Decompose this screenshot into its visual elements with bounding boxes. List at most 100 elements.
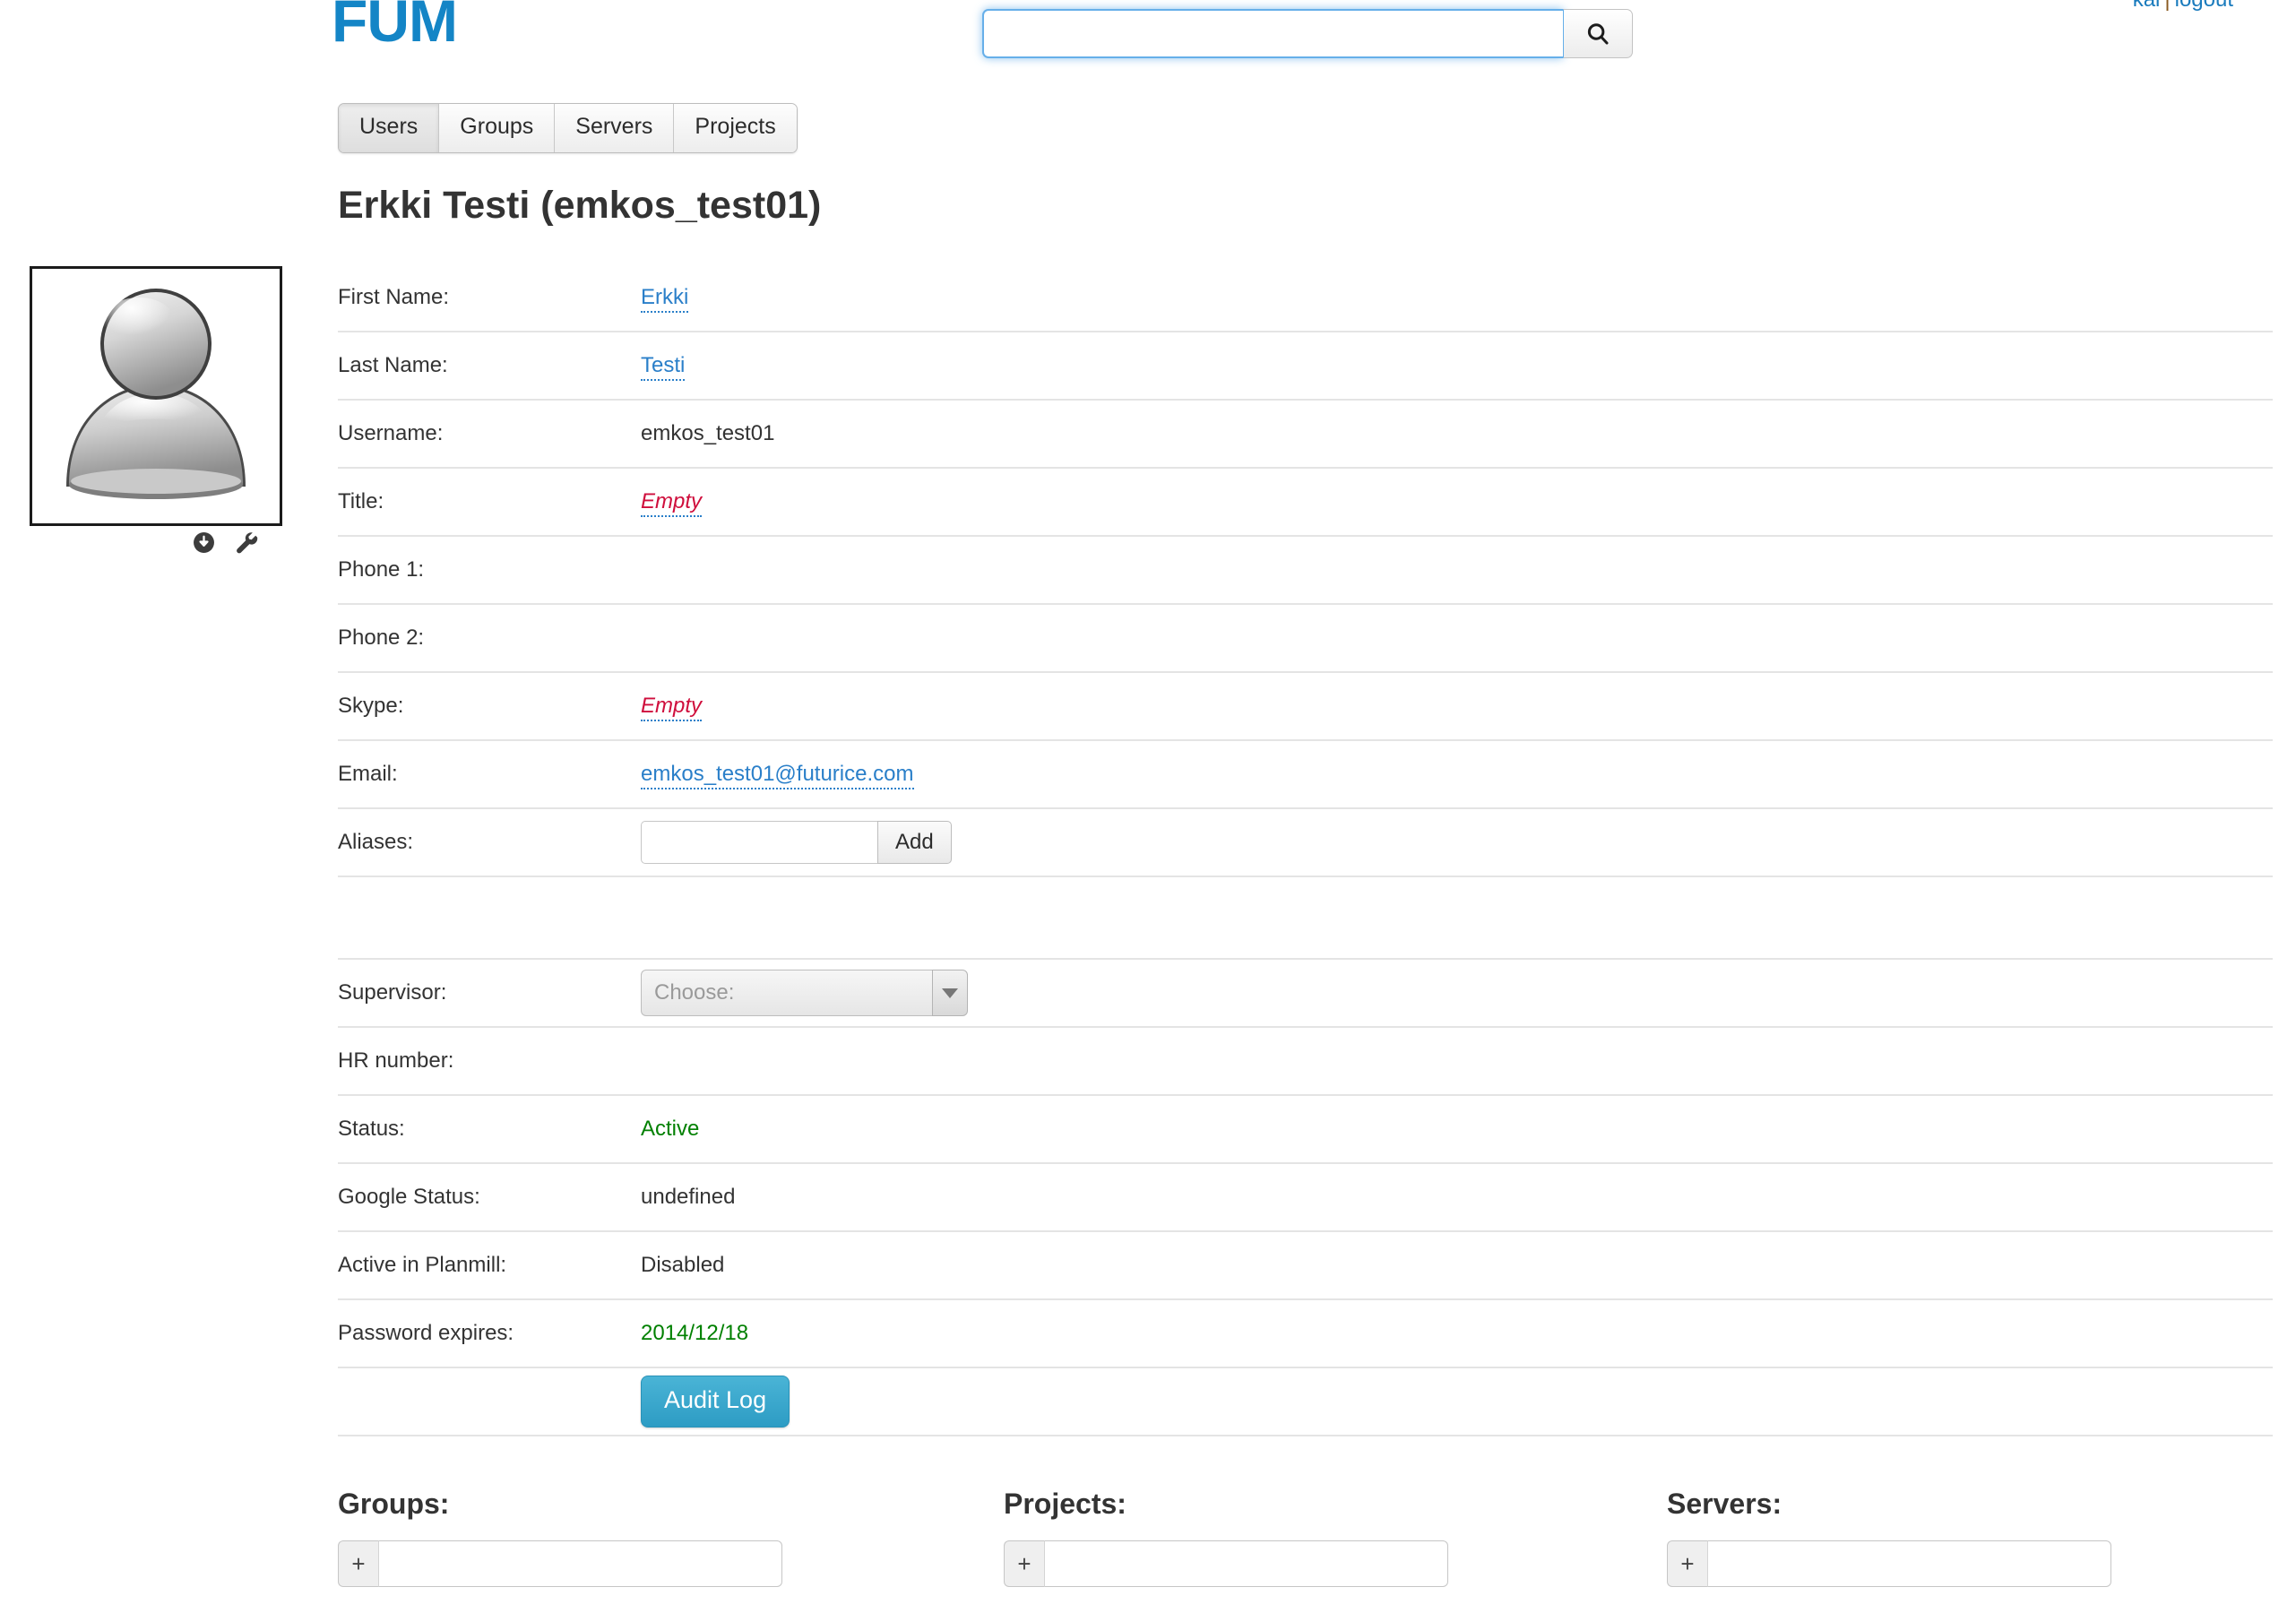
- title-label: Title:: [338, 489, 384, 513]
- logout-link[interactable]: logout: [2175, 0, 2233, 12]
- aliases-input[interactable]: [641, 821, 877, 864]
- table-row-google-status: Google Status: undefined: [338, 1163, 2273, 1231]
- servers-input[interactable]: [1708, 1540, 2111, 1587]
- avatar[interactable]: [30, 266, 282, 526]
- last-name-label: Last Name:: [338, 353, 448, 377]
- aliases-label: Aliases:: [338, 830, 414, 854]
- spacer-label-cell: [338, 876, 641, 959]
- caret-shape: [942, 988, 958, 998]
- password-expires-label: Password expires:: [338, 1321, 514, 1345]
- table-row-audit-log: Audit Log: [338, 1367, 2273, 1436]
- supervisor-cell: Choose:: [641, 959, 2273, 1027]
- groups-column: Groups: +: [338, 1488, 782, 1587]
- google-status-label: Google Status:: [338, 1185, 480, 1209]
- projects-input[interactable]: [1045, 1540, 1448, 1587]
- planmill-label: Active in Planmill:: [338, 1253, 507, 1277]
- audit-log-cell: Audit Log: [641, 1367, 2273, 1436]
- wrench-icon[interactable]: [235, 531, 259, 561]
- status-badge: Active: [641, 1117, 700, 1141]
- phone1-value[interactable]: [641, 536, 2273, 604]
- table-row-phone1: Phone 1:: [338, 536, 2273, 604]
- audit-log-label-cell: [338, 1367, 641, 1436]
- password-expires-cell: 2014/12/18: [641, 1299, 2273, 1367]
- tab-users[interactable]: Users: [339, 104, 440, 152]
- email-value[interactable]: emkos_test01@futurice.com: [641, 762, 914, 789]
- table-row-planmill: Active in Planmill: Disabled: [338, 1231, 2273, 1299]
- table-row-skype: Skype: Empty: [338, 672, 2273, 740]
- search-input[interactable]: [982, 9, 1563, 58]
- supervisor-select[interactable]: Choose:: [641, 970, 968, 1016]
- servers-column: Servers: +: [1667, 1488, 2111, 1587]
- projects-add-group: +: [1004, 1540, 1448, 1587]
- chevron-down-icon[interactable]: [932, 970, 968, 1016]
- table-row-title: Title: Empty: [338, 468, 2273, 536]
- table-row-password-expires: Password expires: 2014/12/18: [338, 1299, 2273, 1367]
- supervisor-select-value[interactable]: Choose:: [641, 970, 932, 1016]
- last-name-value[interactable]: Testi: [641, 353, 686, 381]
- download-circle-icon[interactable]: [193, 531, 215, 561]
- audit-log-button[interactable]: Audit Log: [641, 1376, 790, 1428]
- tab-projects[interactable]: Projects: [674, 104, 797, 152]
- table-row-hr-number: HR number:: [338, 1027, 2273, 1095]
- phone2-value[interactable]: [641, 604, 2273, 672]
- status-label: Status:: [338, 1117, 405, 1141]
- first-name-cell: Erkki: [641, 264, 2273, 332]
- app-logo[interactable]: FUM: [332, 0, 458, 50]
- account-links: kai| logout: [2133, 0, 2233, 13]
- table-row-supervisor: Supervisor: Choose:: [338, 959, 2273, 1027]
- servers-add-group: +: [1667, 1540, 2111, 1587]
- table-row-phone2: Phone 2:: [338, 604, 2273, 672]
- projects-add-button[interactable]: +: [1004, 1540, 1045, 1587]
- email-cell: emkos_test01@futurice.com: [641, 740, 2273, 808]
- table-row-aliases: Aliases: Add: [338, 808, 2273, 876]
- aliases-input-group: Add: [641, 821, 2273, 864]
- groups-add-group: +: [338, 1540, 782, 1587]
- avatar-tools: [30, 531, 282, 561]
- account-separator: |: [2164, 0, 2170, 12]
- groups-add-button[interactable]: +: [338, 1540, 379, 1587]
- table-row-spacer: [338, 876, 2273, 959]
- title-cell: Empty: [641, 468, 2273, 536]
- user-details-table: First Name: Erkki Last Name: Testi Usern…: [338, 264, 2273, 1436]
- groups-title: Groups:: [338, 1488, 450, 1520]
- aliases-cell: Add: [641, 808, 2273, 876]
- email-label: Email:: [338, 762, 398, 786]
- search-button[interactable]: [1563, 9, 1633, 58]
- skype-label: Skype:: [338, 694, 404, 718]
- table-row-status: Status: Active: [338, 1095, 2273, 1163]
- supervisor-label: Supervisor:: [338, 980, 447, 1005]
- username-cell: emkos_test01: [641, 400, 2273, 468]
- aliases-add-button[interactable]: Add: [877, 821, 952, 864]
- table-row-username: Username: emkos_test01: [338, 400, 2273, 468]
- username-value: emkos_test01: [641, 421, 775, 445]
- associations-section: Groups: + Projects: + Servers: +: [0, 1488, 2296, 1613]
- spacer-value-cell: [641, 876, 2273, 959]
- title-value[interactable]: Empty: [641, 489, 703, 517]
- first-name-value[interactable]: Erkki: [641, 285, 689, 313]
- planmill-value: Disabled: [641, 1253, 725, 1277]
- table-row-email: Email: emkos_test01@futurice.com: [338, 740, 2273, 808]
- first-name-label: First Name:: [338, 285, 450, 309]
- page-header: FUM kai| logout: [0, 0, 2296, 90]
- projects-title: Projects:: [1004, 1488, 1126, 1520]
- tab-groups[interactable]: Groups: [439, 104, 556, 152]
- phone2-label: Phone 2:: [338, 625, 425, 650]
- table-row-last-name: Last Name: Testi: [338, 332, 2273, 400]
- servers-add-button[interactable]: +: [1667, 1540, 1708, 1587]
- hr-number-label: HR number:: [338, 1048, 454, 1073]
- search-bar: [982, 9, 1633, 58]
- username-label: Username:: [338, 421, 444, 445]
- servers-title: Servers:: [1667, 1488, 1782, 1520]
- tab-servers[interactable]: Servers: [555, 104, 675, 152]
- avatar-block: [30, 266, 282, 561]
- table-row-first-name: First Name: Erkki: [338, 264, 2273, 332]
- google-status-value: undefined: [641, 1185, 736, 1209]
- account-user-link[interactable]: kai: [2133, 0, 2161, 12]
- skype-value[interactable]: Empty: [641, 694, 703, 721]
- hr-number-value[interactable]: [641, 1027, 2273, 1095]
- search-icon: [1584, 21, 1611, 47]
- groups-input[interactable]: [379, 1540, 782, 1587]
- password-expires-value: 2014/12/18: [641, 1321, 749, 1345]
- skype-cell: Empty: [641, 672, 2273, 740]
- phone1-label: Phone 1:: [338, 557, 425, 582]
